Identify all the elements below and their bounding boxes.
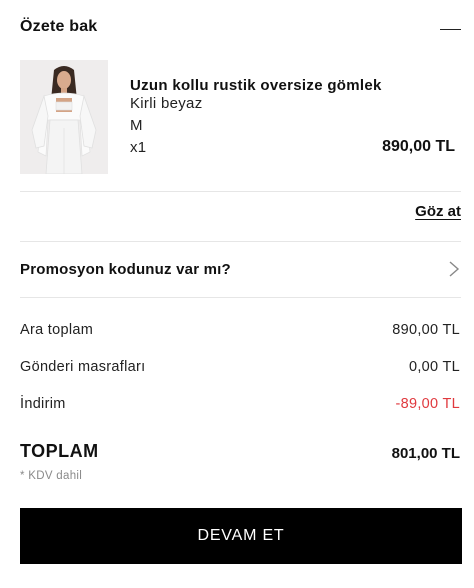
tax-note: * KDV dahil <box>20 470 83 482</box>
product-color: Kirli beyaz <box>130 95 203 112</box>
chevron-right-icon[interactable] <box>448 260 460 278</box>
divider <box>20 297 461 298</box>
divider <box>20 191 461 192</box>
total-label: TOPLAM <box>20 441 99 461</box>
collapse-icon[interactable] <box>440 29 461 30</box>
product-image <box>20 60 108 174</box>
product-size: M <box>130 117 143 134</box>
product-name[interactable]: Uzun kollu rustik oversize gömlek <box>130 77 382 94</box>
continue-button[interactable]: DEVAM ET <box>20 508 462 564</box>
promo-code-toggle[interactable]: Promosyon kodunuz var mı? <box>20 261 231 278</box>
summary-title[interactable]: Özete bak <box>20 18 97 36</box>
divider <box>20 241 461 242</box>
subtotal-label: Ara toplam <box>20 322 94 338</box>
shipping-value: 0,00 TL <box>408 359 460 375</box>
shipping-label: Gönderi masrafları <box>20 359 146 375</box>
product-price: 890,00 TL <box>382 138 455 155</box>
discount-value: -89,00 TL <box>395 396 460 412</box>
view-link[interactable]: Göz at <box>415 203 461 220</box>
discount-label: İndirim <box>20 396 66 412</box>
product-quantity: x1 <box>130 139 147 156</box>
subtotal-value: 890,00 TL <box>392 322 460 338</box>
total-value: 801,00 TL <box>391 445 460 462</box>
